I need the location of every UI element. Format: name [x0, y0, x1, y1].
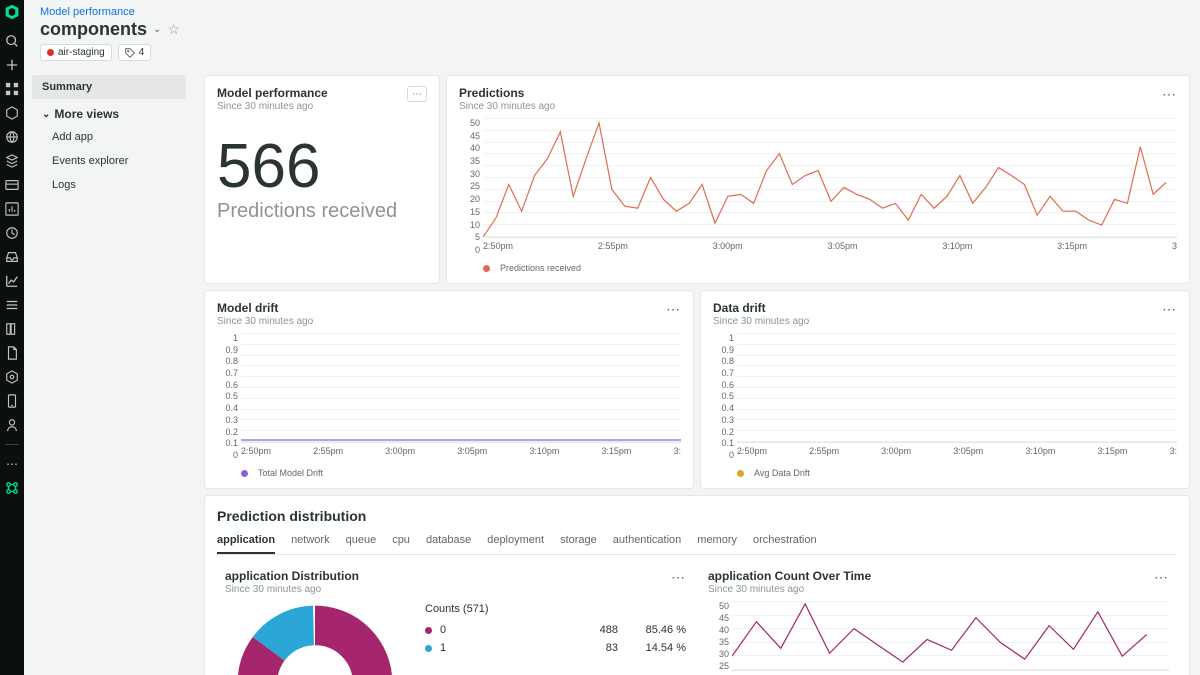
star-icon[interactable]: ☆ [167, 21, 180, 38]
globe-icon[interactable] [5, 130, 19, 144]
plus-icon[interactable] [5, 58, 19, 72]
card-subtitle: Since 30 minutes ago [708, 584, 871, 595]
y-axis: 504540353025 [708, 601, 732, 671]
breadcrumb[interactable]: Model performance [40, 6, 1184, 18]
card-subtitle: Since 30 minutes ago [217, 101, 328, 112]
metric-label: Predictions received [217, 200, 427, 223]
card-menu[interactable]: ⋯ [407, 86, 427, 102]
sidebar-summary[interactable]: Summary [32, 75, 186, 99]
mobile-icon[interactable] [5, 394, 19, 408]
prediction-distribution-section: Prediction distribution application netw… [204, 495, 1190, 675]
card-app-count-over-time: application Count Over Time Since 30 min… [700, 565, 1177, 675]
sidebar-add-app[interactable]: Add app [32, 125, 186, 149]
card-app-distribution: application Distribution Since 30 minute… [217, 565, 694, 675]
tab-queue[interactable]: queue [346, 534, 377, 554]
metric-value: 566 [217, 136, 427, 198]
tab-storage[interactable]: storage [560, 534, 597, 554]
tab-deployment[interactable]: deployment [487, 534, 544, 554]
person-icon[interactable] [5, 418, 19, 432]
legend-item: Avg Data Drift [754, 468, 810, 478]
y-axis: 10.90.80.70.60.50.40.30.20.10 [217, 333, 241, 460]
chart-icon[interactable] [5, 274, 19, 288]
tab-database[interactable]: database [426, 534, 471, 554]
x-axis: 2:50pm2:55pm3:00pm3:05pm3:10pm3:15pm3: [737, 446, 1177, 456]
y-axis: 50454035302520151050 [459, 118, 483, 255]
gear-hex-icon[interactable] [5, 370, 19, 384]
section-title: Prediction distribution [217, 508, 1177, 524]
card-title: Model performance [217, 86, 328, 100]
x-axis: 2:50pm2:55pm3:00pm3:05pm3:10pm3:15pm3 [483, 241, 1177, 251]
card-subtitle: Since 30 minutes ago [713, 316, 809, 327]
card-title: application Count Over Time [708, 569, 871, 583]
clock-icon[interactable] [5, 226, 19, 240]
card-model-drift: Model drift Since 30 minutes ago ⋯ 10.90… [204, 290, 694, 489]
env-pill[interactable]: air-staging [40, 44, 112, 61]
tags-pill[interactable]: 4 [118, 44, 152, 61]
tab-orchestration[interactable]: orchestration [753, 534, 817, 554]
sidebar-logs[interactable]: Logs [32, 173, 186, 197]
grid-icon[interactable] [5, 82, 19, 96]
card-menu[interactable]: ⋯ [1162, 86, 1177, 103]
drift-line [241, 333, 681, 442]
tab-network[interactable]: network [291, 534, 330, 554]
card-menu[interactable]: ⋯ [1162, 301, 1177, 318]
card-menu[interactable]: ⋯ [1154, 569, 1169, 586]
books-icon[interactable] [5, 322, 19, 336]
ml-icon[interactable] [5, 481, 19, 495]
card-menu[interactable]: ⋯ [671, 569, 686, 586]
card-subtitle: Since 30 minutes ago [459, 101, 555, 112]
chevron-down-icon[interactable]: ⌄ [153, 24, 161, 35]
card-title: Model drift [217, 301, 313, 315]
page-header: Model performance components ⌄ ☆ air-sta… [24, 0, 1200, 69]
doc-icon[interactable] [5, 346, 19, 360]
dashboard-icon[interactable] [5, 202, 19, 216]
legend-item: Total Model Drift [258, 468, 323, 478]
dashboard-content: Model performance Since 30 minutes ago ⋯… [194, 69, 1200, 675]
search-icon[interactable] [5, 34, 19, 48]
inbox-icon[interactable] [5, 250, 19, 264]
card-title: Data drift [713, 301, 809, 315]
more-icon[interactable]: ⋯ [5, 457, 19, 471]
card-menu[interactable]: ⋯ [666, 301, 681, 318]
tabs: application network queue cpu database d… [217, 534, 1177, 555]
card-model-performance: Model performance Since 30 minutes ago ⋯… [204, 75, 440, 284]
sidebar-events[interactable]: Events explorer [32, 149, 186, 173]
card-icon[interactable] [5, 178, 19, 192]
layers-icon[interactable] [5, 154, 19, 168]
nav-rail: ⋯ [0, 0, 24, 675]
donut-chart [225, 603, 405, 675]
card-data-drift: Data drift Since 30 minutes ago ⋯ 10.90.… [700, 290, 1190, 489]
left-sidebar: Summary ⌄More views Add app Events explo… [24, 69, 194, 675]
card-predictions: Predictions Since 30 minutes ago ⋯ 50454… [446, 75, 1190, 284]
list-icon[interactable] [5, 298, 19, 312]
card-title: application Distribution [225, 569, 359, 583]
card-subtitle: Since 30 minutes ago [217, 316, 313, 327]
legend-item: Predictions received [500, 263, 581, 273]
x-axis: 2:50pm2:55pm3:00pm3:05pm3:10pm3:15pm3: [241, 446, 681, 456]
page-title: components [40, 19, 147, 40]
sidebar-more-views[interactable]: ⌄More views [32, 99, 186, 125]
tab-authentication[interactable]: authentication [613, 534, 682, 554]
tab-application[interactable]: application [217, 534, 275, 554]
count-line [732, 601, 1169, 670]
hexagon-icon[interactable] [5, 106, 19, 120]
counts-table: Counts (571) 048885.46 % 18314.54 % [425, 603, 686, 657]
logo-icon[interactable] [4, 4, 20, 20]
tab-cpu[interactable]: cpu [392, 534, 410, 554]
tab-memory[interactable]: memory [697, 534, 737, 554]
card-title: Predictions [459, 86, 555, 100]
y-axis: 10.90.80.70.60.50.40.30.20.10 [713, 333, 737, 460]
predictions-line [483, 118, 1177, 237]
